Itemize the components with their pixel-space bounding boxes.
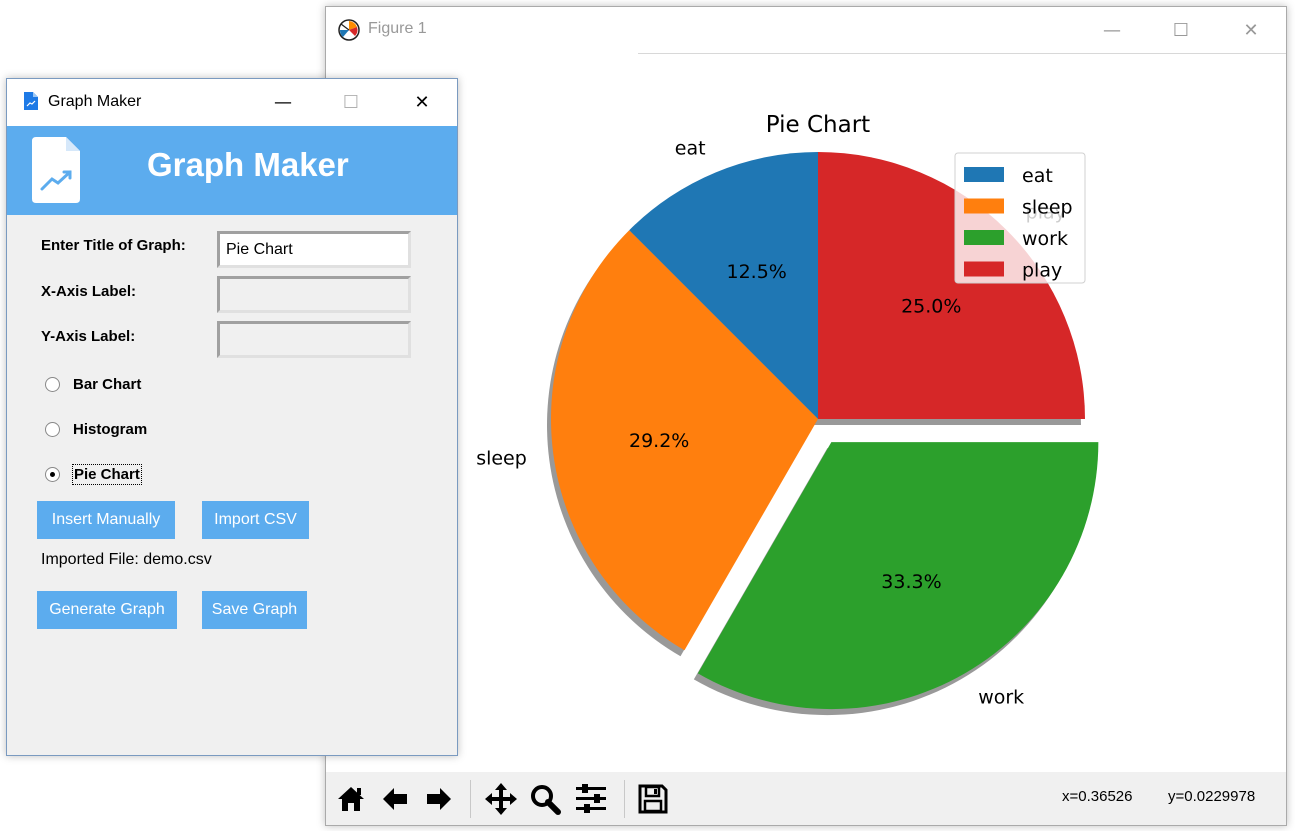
percent-label-sleep: 29.2% <box>629 430 689 452</box>
graph-maker-titlebar[interactable]: Graph Maker — ☐ ✕ <box>7 79 457 126</box>
generate-graph-button[interactable]: Generate Graph <box>37 591 177 629</box>
figure-window: Figure 1 — ☐ ✕ 12.5% eat 29.2% sleep 33.3% wo… <box>325 6 1287 826</box>
app-header-banner: Graph Maker <box>7 126 457 215</box>
zoom-icon <box>531 785 561 815</box>
cursor-x-readout: x=0.36526 <box>1062 788 1133 805</box>
y-axis-input[interactable] <box>217 321 411 358</box>
category-label-work: work <box>978 686 1024 708</box>
legend-label-play: play <box>1022 260 1062 282</box>
cursor-y-readout: y=0.0229978 <box>1168 788 1256 805</box>
toolbar-separator <box>624 780 625 818</box>
figure-close-button[interactable]: ✕ <box>1228 7 1274 53</box>
configure-subplots-button[interactable] <box>570 778 612 820</box>
percent-label-eat: 12.5% <box>727 261 787 283</box>
category-label-sleep: sleep <box>476 447 527 469</box>
legend-swatch-sleep <box>964 198 1004 214</box>
percent-label-work: 33.3% <box>881 571 941 593</box>
radio-label: Pie Chart <box>72 464 142 485</box>
graph-title-input[interactable] <box>217 231 411 268</box>
figure-maximize-button[interactable]: ☐ <box>1158 7 1204 53</box>
radio-histogram[interactable]: Histogram <box>45 420 148 439</box>
radio-button-selected[interactable] <box>45 467 60 482</box>
radio-label: Histogram <box>73 421 148 438</box>
legend-swatch-eat <box>964 167 1004 182</box>
pie-chart[interactable]: 12.5% eat 29.2% sleep 33.3% work 25.0% play Pie … <box>326 54 1286 772</box>
percent-label-play: 25.0% <box>901 296 961 318</box>
plot-canvas[interactable]: 12.5% eat 29.2% sleep 33.3% work 25.0% play Pie … <box>326 54 1286 772</box>
graph-title-label: Enter Title of Graph: <box>41 237 186 254</box>
pan-icon <box>485 783 517 815</box>
legend-swatch-work <box>964 230 1004 245</box>
zoom-button[interactable] <box>524 778 566 820</box>
chart-title: Pie Chart <box>766 112 870 138</box>
toolbar-separator <box>470 780 471 818</box>
radio-button[interactable] <box>45 422 60 437</box>
y-axis-label: Y-Axis Label: <box>41 328 136 345</box>
app-heading: Graph Maker <box>147 146 349 183</box>
category-label-eat: eat <box>675 138 706 160</box>
graph-maker-maximize-button[interactable]: ☐ <box>328 79 374 125</box>
figure-window-title: Figure 1 <box>368 20 427 37</box>
legend-label-work: work <box>1022 228 1068 250</box>
x-axis-label: X-Axis Label: <box>41 283 137 300</box>
document-chart-icon <box>32 137 80 203</box>
x-axis-input[interactable] <box>217 276 411 313</box>
save-icon <box>638 784 668 814</box>
figure-minimize-button[interactable]: — <box>1089 7 1135 53</box>
configure-subplots-icon <box>576 784 606 813</box>
home-button[interactable] <box>330 778 372 820</box>
save-figure-button[interactable] <box>632 778 674 820</box>
legend-swatch-play <box>964 261 1004 277</box>
radio-pie-chart[interactable]: Pie Chart <box>45 464 142 485</box>
forward-button[interactable] <box>418 778 460 820</box>
figure-titlebar[interactable]: Figure 1 — ☐ ✕ <box>326 7 1286 53</box>
back-arrow-icon <box>383 788 407 810</box>
graph-maker-window-title: Graph Maker <box>48 93 142 110</box>
radio-label: Bar Chart <box>73 376 142 393</box>
forward-arrow-icon <box>427 788 451 810</box>
graph-maker-close-button[interactable]: ✕ <box>399 79 445 125</box>
insert-manually-button[interactable]: Insert Manually <box>37 501 175 539</box>
document-chart-icon <box>24 92 38 110</box>
import-csv-button[interactable]: Import CSV <box>202 501 309 539</box>
matplotlib-icon <box>338 19 360 41</box>
home-icon <box>338 787 364 811</box>
legend-label-eat: eat <box>1022 165 1053 187</box>
graph-maker-window: Graph Maker — ☐ ✕ Graph Maker Enter Titl… <box>6 78 458 756</box>
pan-button[interactable] <box>480 778 522 820</box>
radio-bar-chart[interactable]: Bar Chart <box>45 375 142 394</box>
save-graph-button[interactable]: Save Graph <box>202 591 307 629</box>
back-button[interactable] <box>374 778 416 820</box>
graph-maker-minimize-button[interactable]: — <box>260 79 306 125</box>
radio-button[interactable] <box>45 377 60 392</box>
figure-toolbar: x=0.36526 y=0.0229978 <box>326 772 1286 825</box>
imported-file-status: Imported File: demo.csv <box>41 551 212 568</box>
legend-label-sleep: sleep <box>1022 197 1073 219</box>
